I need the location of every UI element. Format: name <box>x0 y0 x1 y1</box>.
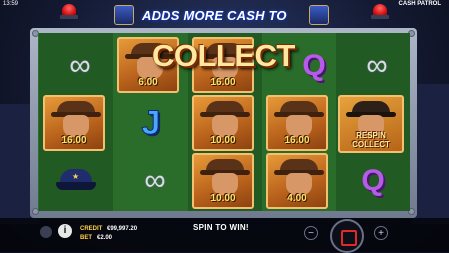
cop-cash-symbol: 10.00 <box>192 95 254 151</box>
cop-portrait-icon <box>309 5 329 25</box>
building-right <box>412 84 449 224</box>
siren-right-base <box>371 15 389 19</box>
cash-value: 6.00 <box>138 77 158 88</box>
spin-button[interactable] <box>330 219 364 253</box>
cash-value: 10.00 <box>210 193 236 204</box>
cop-cash-symbol: 16.00 <box>266 95 328 151</box>
game-title: CASH PATROL <box>398 1 441 7</box>
handcuffs-symbol: ∞ <box>116 153 186 209</box>
cash-value: 16.00 <box>61 135 87 146</box>
cop-face <box>212 173 238 195</box>
letter-j-icon: J <box>141 103 161 142</box>
handcuffs-symbol: ∞ <box>338 38 408 94</box>
collect-label: COLLECT <box>352 140 390 149</box>
feature-banner: ADDS MORE CASH TO <box>142 8 287 23</box>
cop-cash-symbol: 16.00 <box>43 95 105 151</box>
settings-menu-icon[interactable] <box>40 226 52 238</box>
cop-cash-symbol: 4.00 <box>266 153 328 209</box>
info-button[interactable]: i <box>58 224 72 238</box>
cop-face <box>286 115 312 137</box>
letter-q-symbol: Q <box>338 153 408 209</box>
credit-value: €99,997.20 <box>107 226 138 232</box>
respin-collect-label: RESPIN COLLECT <box>340 131 402 149</box>
handcuffs-icon: ∞ <box>144 164 166 197</box>
spin-prompt: SPIN TO WIN! <box>193 223 249 232</box>
cash-value: 16.00 <box>210 77 236 88</box>
letter-q-icon: Q <box>361 164 385 197</box>
cash-value: 16.00 <box>284 135 310 146</box>
handcuffs-icon: ∞ <box>366 49 388 82</box>
collect-title: COLLECT <box>152 38 295 73</box>
badge-icon <box>114 5 134 25</box>
bet-increase-button[interactable]: + <box>374 226 388 240</box>
police-hat-symbol: ★ <box>41 153 111 209</box>
siren-left-base <box>60 15 78 19</box>
letter-q-icon: Q <box>302 49 326 82</box>
bet-value: €2.00 <box>97 235 113 241</box>
stop-icon <box>341 230 357 246</box>
bet-decrease-button[interactable]: − <box>304 226 318 240</box>
bet-label: BET <box>80 235 92 241</box>
credit-label: CREDIT <box>80 226 103 232</box>
cop-face <box>212 115 238 137</box>
cash-value: 10.00 <box>210 135 236 146</box>
police-hat-icon: ★ <box>56 169 96 193</box>
respin-collect-symbol: RESPIN COLLECT <box>338 95 404 153</box>
cash-value: 4.00 <box>287 193 307 204</box>
letter-j-symbol: J <box>116 95 186 151</box>
cop-face <box>63 115 89 137</box>
respin-label: RESPIN <box>356 131 386 140</box>
clock: 13:59 <box>3 1 19 7</box>
cop-cash-symbol: 10.00 <box>192 153 254 209</box>
cop-face <box>286 173 312 195</box>
handcuffs-symbol: ∞ <box>41 38 111 94</box>
handcuffs-icon: ∞ <box>69 49 91 82</box>
